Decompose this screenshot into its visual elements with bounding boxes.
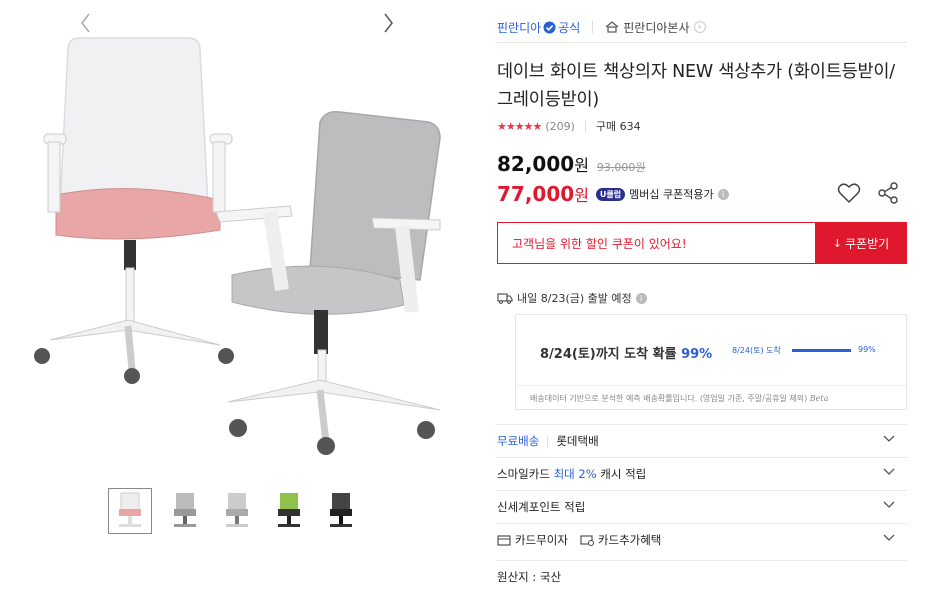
chevron-down-icon — [883, 501, 895, 508]
smilecard-row[interactable]: 스마일카드 최대 2% 캐시 적립 — [497, 457, 907, 490]
thumbnail-1[interactable] — [108, 488, 152, 534]
origin-row: 원산지 : 국산 — [497, 560, 907, 593]
thumbnail-3[interactable] — [215, 488, 259, 534]
arrival-probability: 8/24(토)까지 도착 확률 99% — [540, 347, 713, 362]
prob-bar-label: 8/24(토) 도착 — [732, 346, 781, 355]
rating-row: ★★★★★ (209) 구매 634 — [497, 118, 641, 134]
verified-badge-icon — [543, 21, 556, 33]
shipping-row[interactable]: 무료배송 롯데택배 — [497, 424, 907, 457]
divider — [584, 120, 586, 132]
arrival-probability-fill — [792, 349, 852, 352]
membership-badge: U클럽 — [595, 187, 626, 201]
official-label: 공식 — [558, 20, 581, 35]
beta-label: Beta — [809, 394, 829, 403]
smilecard-prefix: 스마일카드 — [497, 467, 550, 481]
info-icon[interactable]: i — [635, 292, 647, 304]
coupon-button-label: 쿠폰받기 — [845, 236, 890, 251]
chevron-down-icon — [883, 435, 895, 442]
card-benefit-row[interactable]: 카드무이자 카드추가혜택 — [497, 523, 907, 556]
prob-bar-pct: 99% — [858, 345, 876, 354]
white-chair-illustration — [34, 37, 234, 384]
card-interest-label: 카드무이자 — [515, 533, 568, 547]
card-icon — [497, 535, 511, 546]
free-shipping-label: 무료배송 — [497, 434, 540, 448]
thumbnail-2[interactable] — [163, 488, 207, 534]
coupon-download-button[interactable]: ↓ 쿠폰받기 — [815, 222, 907, 264]
product-title: 데이브 화이트 책상의자 NEW 색상추가 (화이트등받이/그레이등받이) — [497, 62, 895, 110]
grey-chair-illustration — [215, 110, 441, 455]
download-icon: ↓ — [832, 236, 843, 250]
smilecard-suffix: 캐시 적립 — [600, 467, 647, 481]
chevron-right-icon: › — [693, 21, 706, 33]
store-link-label: 핀란디아본사 — [623, 20, 690, 35]
card-plus-icon — [580, 535, 594, 546]
smilecard-rate: 최대 2% — [553, 467, 597, 481]
gallery-next-arrow[interactable] — [380, 10, 396, 36]
seller-row: 핀란디아 공식 핀란디아본사 › — [497, 16, 706, 38]
store-link[interactable]: 핀란디아본사 › — [605, 19, 706, 36]
origin-label: 원산지 : 국산 — [497, 570, 562, 584]
prob-note: 배송데이터 기반으로 분석한 예측 배송확률입니다. (영업일 기준, 주말/공… — [530, 394, 829, 403]
shinsegae-point-row[interactable]: 신세계포인트 적립 — [497, 490, 907, 523]
delivery-expected: 내일 8/23(금) 출발 예정 — [517, 292, 632, 305]
star-rating-icon: ★★★★★ — [497, 119, 542, 133]
divider — [547, 435, 549, 447]
carrier-label: 롯데택배 — [556, 434, 599, 448]
arrival-probability-bar — [792, 349, 852, 352]
membership-coupon-label: 멤버십 쿠폰적용가 — [629, 188, 714, 201]
coupon-banner: 고객님을 위한 할인 쿠폰이 있어요! — [497, 222, 815, 264]
delivery-estimate-row: 내일 8/23(금) 출발 예정 i — [497, 290, 647, 306]
divider — [497, 42, 907, 43]
thumbnail-4[interactable] — [267, 488, 311, 534]
product-info-panel: 핀란디아 공식 핀란디아본사 › 데이브 화이트 책상의자 NEW 색상추가 (… — [497, 0, 907, 604]
thumbnail-5[interactable] — [319, 488, 363, 534]
purchase-count: 구매 634 — [595, 120, 641, 133]
chevron-down-icon — [883, 468, 895, 475]
product-gallery — [0, 0, 470, 604]
review-count[interactable]: (209) — [545, 120, 575, 133]
share-icon[interactable] — [877, 182, 899, 204]
arrival-probability-box: 8/24(토)까지 도착 확률 99% 8/24(토) 도착 99% 배송데이터… — [515, 314, 907, 410]
price-row: 82,000원 93,000원 — [497, 152, 646, 176]
heart-icon[interactable] — [837, 182, 861, 204]
divider — [516, 385, 906, 386]
chevron-down-icon — [883, 534, 895, 541]
seller-name[interactable]: 핀란디아 — [497, 19, 541, 36]
original-price: 93,000원 — [596, 161, 646, 174]
card-benefit-label: 카드추가혜택 — [597, 533, 662, 547]
home-icon — [605, 21, 619, 33]
sale-price-row: 77,000원 U클럽 멤버십 쿠폰적용가 i — [497, 182, 729, 206]
divider — [592, 21, 594, 33]
info-icon[interactable]: i — [717, 188, 729, 200]
thumbnail-strip — [75, 488, 415, 538]
truck-icon — [497, 293, 513, 304]
shinsegae-label: 신세계포인트 적립 — [497, 500, 586, 514]
membership-sale-price: 77,000원 — [497, 182, 589, 206]
gallery-prev-arrow[interactable] — [78, 10, 94, 36]
main-product-image[interactable] — [20, 30, 460, 460]
current-price: 82,000원 — [497, 152, 589, 176]
